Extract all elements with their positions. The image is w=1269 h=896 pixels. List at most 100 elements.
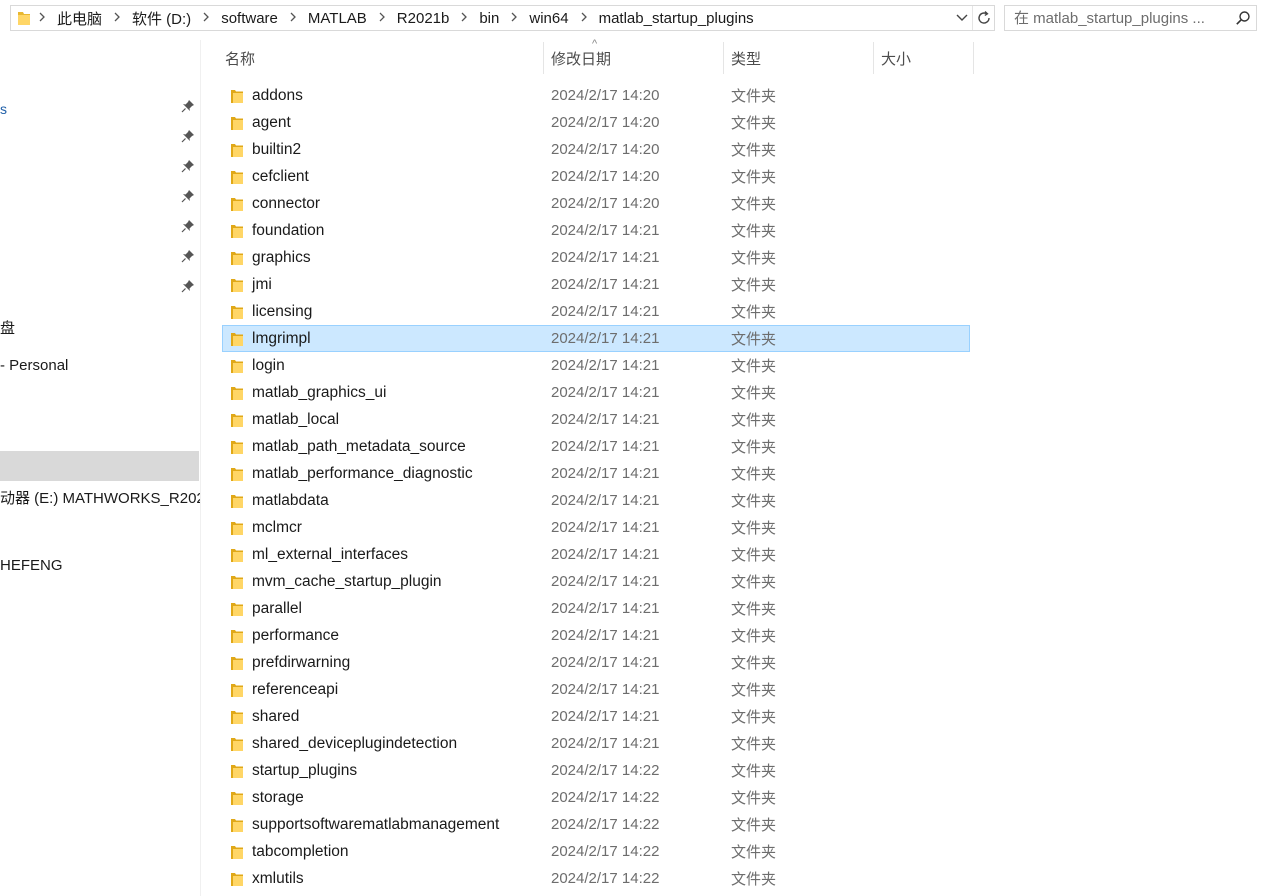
breadcrumb-item[interactable]: 软件 (D:)	[126, 8, 197, 29]
quick-access-label[interactable]: s	[0, 102, 7, 116]
search-icon[interactable]	[1230, 6, 1256, 30]
file-row[interactable]: prefdirwarning 2024/2/17 14:21 文件夹	[222, 649, 970, 676]
address-bar[interactable]: 此电脑 软件 (D:) software MATLAB R2021b bin win64 ma…	[10, 5, 995, 31]
file-row[interactable]: lmgrimpl 2024/2/17 14:21 文件夹	[222, 325, 970, 352]
file-row[interactable]: startup_plugins 2024/2/17 14:22 文件夹	[222, 757, 970, 784]
refresh-icon[interactable]	[972, 6, 994, 30]
pane-divider[interactable]	[200, 40, 201, 896]
file-type: 文件夹	[731, 709, 777, 726]
file-date: 2024/2/17 14:20	[551, 195, 660, 212]
file-name: lmgrimpl	[252, 329, 311, 347]
folder-icon	[230, 709, 244, 725]
nav-item-selected[interactable]	[0, 451, 199, 481]
file-name: xmlutils	[252, 869, 304, 887]
file-row[interactable]: matlabdata 2024/2/17 14:21 文件夹	[222, 487, 970, 514]
file-name: prefdirwarning	[252, 653, 351, 671]
breadcrumb-item[interactable]: win64	[523, 10, 574, 27]
file-date: 2024/2/17 14:21	[551, 627, 660, 644]
file-row[interactable]: licensing 2024/2/17 14:21 文件夹	[222, 298, 970, 325]
file-date: 2024/2/17 14:21	[551, 600, 660, 617]
folder-icon	[230, 196, 244, 212]
file-date: 2024/2/17 14:20	[551, 141, 660, 158]
file-row[interactable]: jmi 2024/2/17 14:21 文件夹	[222, 271, 970, 298]
chevron-right-icon[interactable]	[373, 11, 391, 25]
pin-icon[interactable]	[181, 279, 195, 293]
pin-icon[interactable]	[181, 99, 195, 113]
file-row[interactable]: performance 2024/2/17 14:21 文件夹	[222, 622, 970, 649]
file-name: shared_deviceplugindetection	[252, 734, 458, 752]
file-row[interactable]: matlab_path_metadata_source 2024/2/17 14:…	[222, 433, 970, 460]
file-row[interactable]: agent 2024/2/17 14:20 文件夹	[222, 109, 970, 136]
breadcrumb-item[interactable]: 此电脑	[51, 8, 108, 29]
file-row[interactable]: supportsoftwarematlabmanagement 2024/2/17…	[222, 811, 970, 838]
file-row[interactable]: mclmcr 2024/2/17 14:21 文件夹	[222, 514, 970, 541]
chevron-right-icon[interactable]	[505, 11, 523, 25]
folder-icon	[230, 277, 244, 293]
file-name: connector	[252, 194, 321, 212]
folder-icon	[230, 736, 244, 752]
file-row[interactable]: ml_external_interfaces 2024/2/17 14:21 文件夹	[222, 541, 970, 568]
pin-icon[interactable]	[181, 159, 195, 173]
breadcrumb-item[interactable]: software	[215, 10, 284, 27]
pin-icon[interactable]	[181, 249, 195, 263]
nav-item-drive[interactable]: 盘	[0, 317, 15, 338]
nav-item-network[interactable]: HEFENG	[0, 557, 63, 574]
file-row[interactable]: builtin2 2024/2/17 14:20 文件夹	[222, 136, 970, 163]
file-row[interactable]: login 2024/2/17 14:21 文件夹	[222, 352, 970, 379]
file-date: 2024/2/17 14:22	[551, 870, 660, 887]
chevron-right-icon[interactable]	[284, 11, 302, 25]
file-row[interactable]: mvm_cache_startup_plugin 2024/2/17 14:21 文…	[222, 568, 970, 595]
file-row[interactable]: cefclient 2024/2/17 14:20 文件夹	[222, 163, 970, 190]
file-row[interactable]: matlab_graphics_ui 2024/2/17 14:21 文件夹	[222, 379, 970, 406]
chevron-right-icon[interactable]	[33, 11, 51, 25]
chevron-right-icon[interactable]	[108, 11, 126, 25]
nav-item-dvd-drive[interactable]: 动器 (E:) MATHWORKS_R202	[0, 487, 200, 508]
file-date: 2024/2/17 14:20	[551, 114, 660, 131]
folder-icon	[230, 358, 244, 374]
file-row[interactable]: shared 2024/2/17 14:21 文件夹	[222, 703, 970, 730]
file-type: 文件夹	[731, 196, 777, 213]
file-row[interactable]: foundation 2024/2/17 14:21 文件夹	[222, 217, 970, 244]
column-name[interactable]: 名称	[218, 42, 544, 74]
folder-icon	[230, 574, 244, 590]
file-row[interactable]: matlab_local 2024/2/17 14:21 文件夹	[222, 406, 970, 433]
folder-icon	[230, 331, 244, 347]
folder-icon	[230, 871, 244, 887]
file-row[interactable]: shared_deviceplugindetection 2024/2/17 14…	[222, 730, 970, 757]
file-row[interactable]: graphics 2024/2/17 14:21 文件夹	[222, 244, 970, 271]
breadcrumb-item[interactable]: bin	[473, 10, 505, 27]
file-name: matlab_path_metadata_source	[252, 437, 466, 455]
file-row[interactable]: storage 2024/2/17 14:22 文件夹	[222, 784, 970, 811]
chevron-right-icon[interactable]	[575, 11, 593, 25]
file-row[interactable]: xmlutils 2024/2/17 14:22 文件夹	[222, 865, 970, 892]
file-date: 2024/2/17 14:21	[551, 222, 660, 239]
pin-icon[interactable]	[181, 189, 195, 203]
pin-icon[interactable]	[181, 129, 195, 143]
file-name: matlab_local	[252, 410, 340, 428]
folder-icon	[230, 385, 244, 401]
file-row[interactable]: matlab_performance_diagnostic 2024/2/17 1…	[222, 460, 970, 487]
file-name: performance	[252, 626, 340, 644]
file-name: supportsoftwarematlabmanagement	[252, 815, 500, 833]
breadcrumb-item[interactable]: matlab_startup_plugins	[593, 10, 760, 27]
folder-icon	[230, 628, 244, 644]
column-size[interactable]: 大小	[874, 42, 974, 74]
search-input[interactable]	[1005, 6, 1230, 30]
file-type: 文件夹	[731, 466, 777, 483]
breadcrumb-item[interactable]: MATLAB	[302, 10, 373, 27]
file-row[interactable]: connector 2024/2/17 14:20 文件夹	[222, 190, 970, 217]
chevron-down-icon[interactable]	[952, 6, 972, 30]
column-type[interactable]: 类型	[724, 42, 874, 74]
nav-item-onedrive-personal[interactable]: - Personal	[0, 357, 68, 374]
file-date: 2024/2/17 14:21	[551, 249, 660, 266]
file-row[interactable]: tabcompletion 2024/2/17 14:22 文件夹	[222, 838, 970, 865]
breadcrumb-item[interactable]: R2021b	[391, 10, 456, 27]
folder-icon	[230, 493, 244, 509]
pin-icon[interactable]	[181, 219, 195, 233]
file-row[interactable]: referenceapi 2024/2/17 14:21 文件夹	[222, 676, 970, 703]
chevron-right-icon[interactable]	[455, 11, 473, 25]
chevron-right-icon[interactable]	[197, 11, 215, 25]
file-row[interactable]: addons 2024/2/17 14:20 文件夹	[222, 82, 970, 109]
file-row[interactable]: parallel 2024/2/17 14:21 文件夹	[222, 595, 970, 622]
column-date[interactable]: 修改日期	[544, 42, 724, 74]
